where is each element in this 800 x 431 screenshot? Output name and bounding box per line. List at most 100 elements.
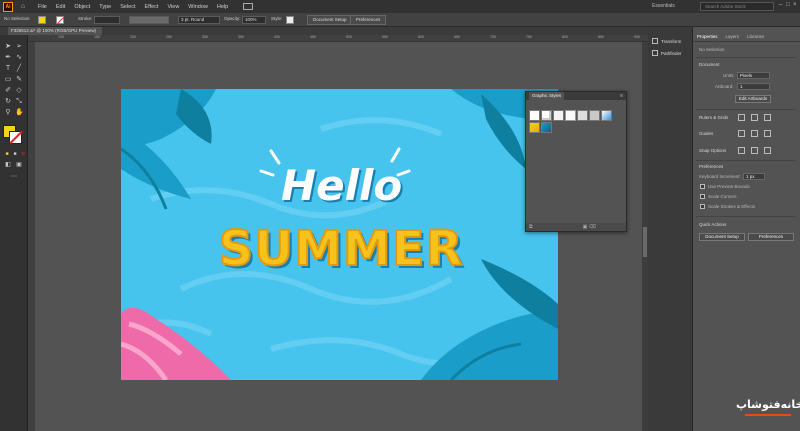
scale-tool-icon[interactable]: ⤡ bbox=[15, 98, 23, 106]
opacity-field[interactable]: 100% bbox=[242, 16, 266, 24]
eraser-tool-icon[interactable]: ◇ bbox=[15, 87, 23, 95]
screen-mode-icon[interactable]: ▣ bbox=[15, 161, 23, 169]
style-swatch[interactable] bbox=[601, 110, 612, 121]
hand-tool-icon[interactable]: ✋ bbox=[15, 109, 24, 117]
edit-artboards-button[interactable]: Edit Artboards bbox=[735, 95, 771, 103]
snap-to-pixel-icon[interactable] bbox=[751, 147, 758, 154]
preferences-header: Preferences bbox=[699, 164, 724, 169]
artboard-select[interactable]: 1 bbox=[737, 83, 770, 90]
preferences-button[interactable]: Preferences bbox=[350, 15, 387, 25]
illustrator-window: Ai ⌂ File Edit Object Type Select Effect… bbox=[0, 0, 800, 431]
style-swatch[interactable] bbox=[577, 110, 588, 121]
style-swatch[interactable] bbox=[553, 110, 564, 121]
ruler-tick-label: 750 bbox=[526, 35, 532, 39]
graphic-styles-panel: Graphic Styles ≡ ⧉ ▣ ⌫ bbox=[525, 91, 627, 232]
home-icon[interactable]: ⌂ bbox=[18, 2, 28, 12]
artboard[interactable]: Hello SUMMER bbox=[121, 89, 558, 380]
style-swatch[interactable] bbox=[541, 110, 552, 121]
menu-object[interactable]: Object bbox=[74, 4, 90, 10]
quick-preferences-button[interactable]: Preferences bbox=[748, 233, 794, 241]
arrange-documents-icon[interactable] bbox=[243, 3, 254, 10]
document-setup-button[interactable]: Document Setup bbox=[307, 15, 353, 25]
workspace-switcher[interactable]: Essentials bbox=[652, 3, 675, 9]
tab-layers[interactable]: Layers bbox=[726, 34, 740, 39]
use-preview-bounds-checkbox[interactable] bbox=[700, 184, 705, 189]
rotate-tool-icon[interactable]: ↻ bbox=[4, 98, 12, 106]
variable-width-profile[interactable] bbox=[129, 16, 169, 24]
maximize-icon[interactable]: □ bbox=[786, 2, 790, 8]
show-guides-icon[interactable] bbox=[738, 130, 745, 137]
tab-libraries[interactable]: Libraries bbox=[747, 34, 764, 39]
close-icon[interactable]: × bbox=[793, 2, 797, 8]
dock-transform[interactable]: Transform bbox=[652, 38, 681, 44]
transparency-grid-icon[interactable] bbox=[764, 114, 771, 121]
menu-type[interactable]: Type bbox=[99, 4, 111, 10]
style-libraries-icon[interactable]: ⧉ bbox=[529, 224, 533, 230]
new-style-icon[interactable]: ▣ ⌫ bbox=[583, 224, 596, 230]
type-tool-icon[interactable]: T bbox=[4, 65, 12, 73]
menu-view[interactable]: View bbox=[167, 4, 179, 10]
stroke-weight-field[interactable] bbox=[94, 16, 120, 24]
style-swatch[interactable] bbox=[589, 110, 600, 121]
stock-search-input[interactable]: Search Adobe Stock bbox=[700, 2, 774, 11]
graphic-styles-header[interactable]: Graphic Styles ≡ bbox=[526, 92, 626, 100]
dock-pathfinder[interactable]: Pathfinder bbox=[652, 50, 682, 56]
menu-edit[interactable]: Edit bbox=[56, 4, 65, 10]
palm-leaves-bottom-right bbox=[421, 259, 558, 380]
draw-mode-icon[interactable]: ◧ bbox=[4, 161, 12, 169]
scale-strokes-effects-label: Scale Strokes & Effects bbox=[708, 204, 755, 209]
style-swatch[interactable] bbox=[565, 110, 576, 121]
none-mode-icon[interactable]: ⊘ bbox=[19, 150, 27, 158]
use-preview-bounds-label: Use Preview Bounds bbox=[708, 184, 750, 189]
style-swatch[interactable] bbox=[541, 122, 552, 133]
paintbrush-tool-icon[interactable]: ✎ bbox=[15, 76, 23, 84]
tab-properties[interactable]: Properties bbox=[697, 34, 718, 39]
scale-corners-checkbox[interactable] bbox=[700, 194, 705, 199]
horizontal-ruler[interactable]: 100 150 200 250 300 350 400 450 500 550 600 650 700 7… bbox=[8, 35, 648, 42]
divider bbox=[696, 57, 796, 58]
lock-guides-icon[interactable] bbox=[751, 130, 758, 137]
style-swatch[interactable] bbox=[529, 110, 540, 121]
scale-strokes-effects-checkbox[interactable] bbox=[700, 204, 705, 209]
snap-to-point-icon[interactable] bbox=[738, 147, 745, 154]
style-label: Style: bbox=[271, 16, 283, 21]
rectangle-tool-icon[interactable]: ▭ bbox=[4, 76, 12, 84]
quick-document-setup-button[interactable]: Document Setup bbox=[699, 233, 745, 241]
style-swatch[interactable] bbox=[529, 122, 540, 133]
smart-guides-icon[interactable] bbox=[764, 130, 771, 137]
keyboard-increment-field[interactable]: 1 px bbox=[743, 173, 765, 180]
menu-select[interactable]: Select bbox=[120, 4, 135, 10]
tools-panel: ➤ ➢ ✒ ∿ T ╱ ▭ ✎ ✐ ◇ ↻ ⤡ ⚲ ✋ ■ ■ ⊘ ◧ ▣ ⋯ bbox=[0, 35, 28, 431]
menu-window[interactable]: Window bbox=[188, 4, 208, 10]
edit-toolbar-icon[interactable]: ⋯ bbox=[10, 173, 18, 181]
keyboard-increment-label: Keyboard Increment: bbox=[699, 174, 741, 179]
menu-effect[interactable]: Effect bbox=[145, 4, 159, 10]
selection-tool-icon[interactable]: ➤ bbox=[4, 43, 12, 51]
units-select[interactable]: Pixels bbox=[737, 72, 770, 79]
curvature-tool-icon[interactable]: ∿ bbox=[15, 54, 23, 62]
fill-swatch[interactable] bbox=[38, 16, 46, 24]
menu-file[interactable]: File bbox=[38, 4, 47, 10]
grid-icon[interactable] bbox=[751, 114, 758, 121]
ruler-tick-label: 250 bbox=[166, 35, 172, 39]
snap-to-glyph-icon[interactable] bbox=[764, 147, 771, 154]
gradient-mode-icon[interactable]: ■ bbox=[11, 150, 19, 158]
color-mode-icon[interactable]: ■ bbox=[3, 150, 11, 158]
stroke-swatch[interactable] bbox=[56, 16, 65, 25]
ruler-icon[interactable] bbox=[738, 114, 745, 121]
direct-selection-tool-icon[interactable]: ➢ bbox=[15, 43, 23, 51]
line-tool-icon[interactable]: ╱ bbox=[15, 65, 23, 73]
scrollbar-thumb[interactable] bbox=[643, 227, 647, 257]
pen-tool-icon[interactable]: ✒ bbox=[4, 54, 12, 62]
eyedropper-tool-icon[interactable]: ⚲ bbox=[4, 109, 12, 117]
graphic-styles-tab[interactable]: Graphic Styles bbox=[529, 92, 565, 100]
brush-definition[interactable]: 3 pt. Round bbox=[178, 16, 220, 24]
shaper-tool-icon[interactable]: ✐ bbox=[4, 87, 12, 95]
stroke-color-icon[interactable] bbox=[9, 131, 22, 144]
panel-menu-icon[interactable]: ≡ bbox=[620, 93, 623, 99]
document-tab[interactable]: F326512.ai* @ 100% (RGB/GPU Preview) bbox=[8, 27, 103, 35]
vertical-ruler[interactable] bbox=[28, 42, 35, 431]
menu-help[interactable]: Help bbox=[217, 4, 228, 10]
style-swatch[interactable] bbox=[286, 16, 294, 24]
minimize-icon[interactable]: – bbox=[779, 2, 782, 8]
